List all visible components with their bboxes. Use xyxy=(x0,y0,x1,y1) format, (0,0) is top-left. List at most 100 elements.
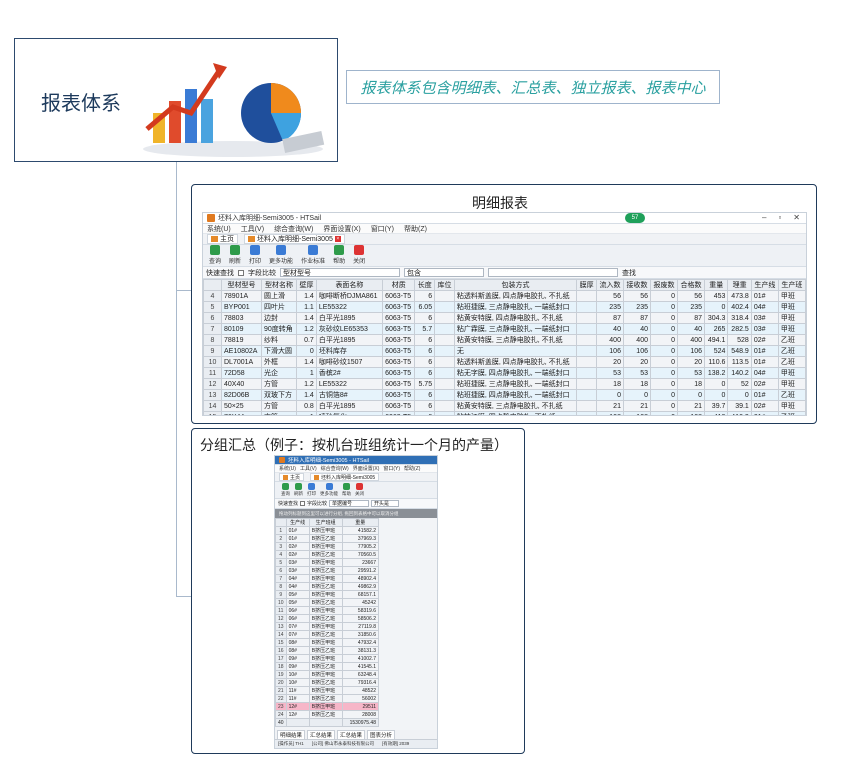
tab-detail[interactable]: 坯料入库明细-Semi3005 xyxy=(310,473,380,481)
column-header[interactable]: 型材名称 xyxy=(260,279,298,291)
column-header[interactable]: 生产班 xyxy=(777,279,806,291)
column-header[interactable]: 接收数 xyxy=(622,279,651,291)
table-row[interactable]: 12 40X40 方管 1.2 LE55322 6063-T5 5.75 粘班捷膜, 三点静电… xyxy=(203,378,806,390)
refresh-button[interactable]: 刷新 xyxy=(294,483,303,498)
column-header[interactable]: 长度 xyxy=(414,279,436,291)
column-header[interactable]: 理重 xyxy=(727,279,752,291)
table-row[interactable]: 17 09# B挤压甲班 41002.7 xyxy=(275,654,380,663)
query-button[interactable]: 查询 xyxy=(281,483,290,498)
table-row[interactable]: 5 03# B挤压甲班 23667 xyxy=(275,558,380,567)
tab-summary-result-2[interactable]: 汇总结果 xyxy=(337,729,366,740)
menu-item[interactable]: 窗口(Y) xyxy=(371,224,394,234)
maximize-icon[interactable]: ▫ xyxy=(778,213,781,222)
table-row[interactable]: 12 06# B挤压乙班 58506.2 xyxy=(275,614,380,623)
table-row[interactable]: 18 09# B挤压乙班 41545.1 xyxy=(275,662,380,671)
tab-detail[interactable]: 坯料入库明细-Semi3005 × xyxy=(244,234,345,244)
menu-item[interactable]: 系统(U) xyxy=(279,465,296,472)
column-header[interactable] xyxy=(275,518,287,527)
work-standard-button[interactable]: 作业标准 xyxy=(301,245,325,266)
menu-item[interactable]: 系统(U) xyxy=(207,224,231,234)
tab-home[interactable]: 主页 xyxy=(279,473,305,481)
table-row[interactable]: 2 01# B挤压乙班 37969.3 xyxy=(275,534,380,543)
refresh-button[interactable]: 刷新 xyxy=(229,245,241,266)
table-row[interactable]: 15 08# B挤压甲班 47932.4 xyxy=(275,638,380,647)
menu-item[interactable]: 帮助(Z) xyxy=(404,465,420,472)
table-row[interactable]: 6 03# B挤压乙班 29591.2 xyxy=(275,566,380,575)
table-row[interactable]: 8 78819 纱料 0.7 白平光1895 6063-T5 6 粘黄安特膜, 三点静电胶扎,… xyxy=(203,334,806,346)
tab-close-icon[interactable]: × xyxy=(334,236,341,242)
more-functions-button[interactable]: 更多功能 xyxy=(269,245,293,266)
table-row[interactable]: 10 05# B挤压乙班 45242 xyxy=(275,598,380,607)
group-hint-bar[interactable]: 拖动列标题到这里可以进行分组, 拖回到表格中可以取消分组 xyxy=(275,509,437,518)
table-row[interactable]: 16 08# B挤压乙班 38131.3 xyxy=(275,646,380,655)
close-button[interactable]: 关闭 xyxy=(355,483,364,498)
table-row[interactable]: 21 11# B挤压甲班 48522 xyxy=(275,686,380,695)
tab-summary-result[interactable]: 汇总结果 xyxy=(307,729,336,740)
table-row[interactable]: 9 AE10802A 下滑大圆 0 坯料库存 6063-T5 6 无 106 106 0 106 524… xyxy=(203,345,806,357)
column-header[interactable]: 合格数 xyxy=(676,279,706,291)
column-header[interactable]: 材质 xyxy=(382,279,416,291)
search-input[interactable] xyxy=(488,268,618,277)
menu-item[interactable]: 窗口(Y) xyxy=(383,465,400,472)
table-row[interactable]: 20 10# B挤压乙班 79316.4 xyxy=(275,678,380,687)
table-row[interactable]: 4 02# B挤压乙班 70560.5 xyxy=(275,550,380,559)
field-compare-checkbox[interactable] xyxy=(238,269,244,276)
table-row[interactable]: 7 04# B挤压甲班 48902.4 xyxy=(275,574,380,583)
print-button[interactable]: 打印 xyxy=(307,483,316,498)
table-row[interactable]: 11 72D58 光企 1 香槟2# 6063-T5 6 粘无字膜, 四点静电胶扎, 一端纸封… xyxy=(203,367,806,379)
help-button[interactable]: 帮助 xyxy=(342,483,351,498)
operator-select[interactable]: 开头是 xyxy=(371,500,400,507)
table-row[interactable]: 6 78803 边封 1.4 白平光1895 6063-T5 6 粘黄安特膜, 四点静电胶扎,… xyxy=(203,312,806,324)
field-select[interactable]: 单据编号 xyxy=(329,500,370,507)
table-row[interactable]: 13 07# B挤压甲班 27119.8 xyxy=(275,622,380,631)
column-header[interactable]: 流入数 xyxy=(595,279,624,291)
close-icon[interactable]: ✕ xyxy=(793,213,800,222)
field-compare-checkbox[interactable] xyxy=(300,501,306,506)
search-label[interactable]: 查找 xyxy=(622,268,636,278)
column-header[interactable]: 重量 xyxy=(341,518,380,527)
table-row[interactable]: 19 10# B挤压甲班 63248.4 xyxy=(275,670,380,679)
table-row[interactable]: 3 02# B挤压甲班 77905.2 xyxy=(275,542,380,551)
menu-item[interactable]: 综合查询(W) xyxy=(274,224,313,234)
tab-detail-result[interactable]: 明细结果 xyxy=(277,729,306,740)
table-row[interactable]: 13 82D06B 双玻下方 1.4 古铜箔8# 6063-T5 6 粘班捷膜, 四点静电胶扎… xyxy=(203,389,806,401)
column-header[interactable]: 型材型号 xyxy=(221,279,262,291)
menu-item[interactable]: 界面设置(X) xyxy=(353,465,380,472)
table-row[interactable]: 14 07# B挤压乙班 31850.6 xyxy=(275,630,380,639)
close-button[interactable]: 关闭 xyxy=(353,245,365,266)
table-row[interactable]: 11 06# B挤压甲班 58319.6 xyxy=(275,606,380,615)
column-header[interactable]: 生产线 xyxy=(750,279,779,291)
table-row[interactable]: 8 04# B挤压乙班 49862.9 xyxy=(275,582,380,591)
operator-select[interactable]: 包含 xyxy=(404,268,484,277)
column-header[interactable]: 包装方式 xyxy=(453,279,578,291)
table-row[interactable]: 14 50×25 方管 0.8 白平光1895 6063-T5 6 粘黄安特膜, 三点静电胶扎… xyxy=(203,400,806,412)
table-row[interactable]: 5 BYP001 四叶片 1.1 LE55322 6063-T5 6.05 粘班捷膜, 三点静… xyxy=(203,301,806,313)
column-header[interactable]: 报废数 xyxy=(649,279,679,291)
table-row[interactable]: 1576X44方管1喷砂氧化6063-T56 粘韩江膜, 四点静电胶扎, 不扎纸 1… xyxy=(203,411,806,415)
minimize-icon[interactable]: – xyxy=(762,213,766,222)
tab-chart-analysis[interactable]: 图表分析 xyxy=(367,729,396,740)
column-header[interactable]: 库位 xyxy=(434,279,455,291)
column-header[interactable]: 膜厚 xyxy=(576,279,597,291)
column-header[interactable]: 重量 xyxy=(704,279,729,291)
table-row[interactable]: 10 DL7001A 外框 1.4 咖啡砂纹1507 6063-T5 6 粘透料斯盖膜, 四点… xyxy=(203,356,806,368)
table-row[interactable]: 22 11# B挤压乙班 56002 xyxy=(275,694,380,703)
more-functions-button[interactable]: 更多功能 xyxy=(320,483,338,498)
menu-item[interactable]: 工具(V) xyxy=(300,465,317,472)
column-header[interactable]: 表面名称 xyxy=(315,279,384,291)
menu-item[interactable]: 工具(V) xyxy=(241,224,264,234)
column-header[interactable]: 生产班组 xyxy=(308,518,343,527)
table-row[interactable]: 23 12# B挤压甲班 29511 xyxy=(275,702,380,711)
column-header[interactable]: 壁厚 xyxy=(296,279,317,291)
print-button[interactable]: 打印 xyxy=(249,245,261,266)
table-row[interactable]: 9 05# B挤压甲班 68157.1 xyxy=(275,590,380,599)
column-header[interactable] xyxy=(203,279,222,291)
table-row[interactable]: 7 80109 90度转角 1.2 灰砂纹LE65353 6063-T5 5.7 粘广霖膜, … xyxy=(203,323,806,335)
help-button[interactable]: 帮助 xyxy=(333,245,345,266)
table-row[interactable]: 4 78901A 圆上滑 1.4 咖啡断桥DJMA861 6063-T5 6 粘透料斯盖膜, … xyxy=(203,290,806,302)
table-row[interactable]: 1 01# B挤压甲班 41582.2 xyxy=(275,526,380,535)
tab-home[interactable]: 主页 xyxy=(207,234,238,244)
table-row[interactable]: 24 12# B挤压乙班 28008 xyxy=(275,710,380,719)
field-select[interactable]: 型材型号 xyxy=(280,268,400,277)
query-button[interactable]: 查询 xyxy=(209,245,221,266)
